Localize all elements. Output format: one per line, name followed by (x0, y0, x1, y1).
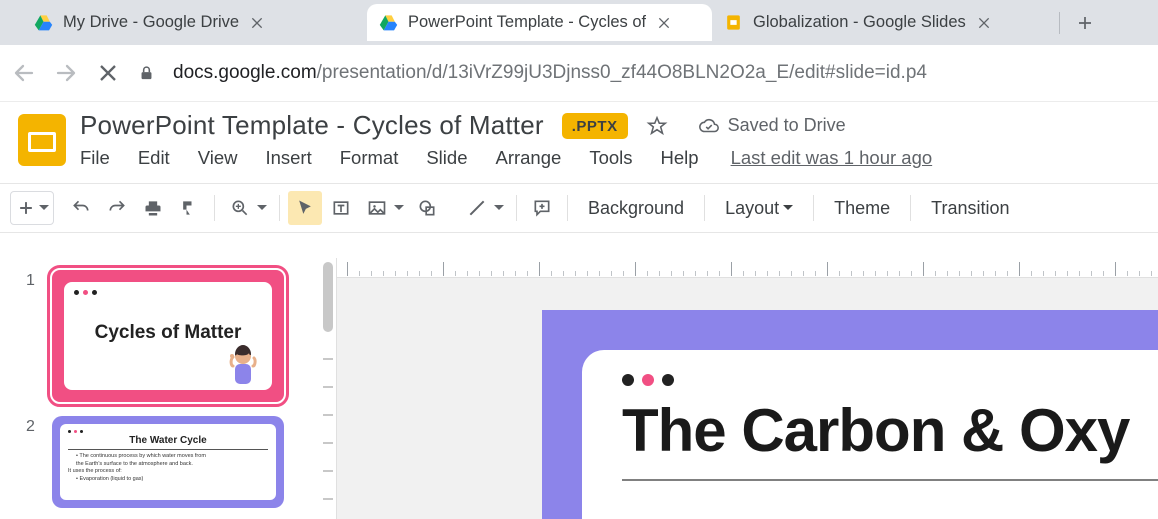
slides-favicon (379, 13, 398, 32)
menu-file[interactable]: File (80, 147, 110, 169)
menu-arrange[interactable]: Arrange (495, 147, 561, 169)
scrollbar-thumb[interactable] (323, 262, 333, 332)
slides-icon (724, 13, 743, 32)
textbox-tool[interactable] (324, 191, 358, 225)
formatting-toolbar: Background Layout Theme Transition (0, 183, 1158, 233)
browser-tabstrip: My Drive - Google Drive PowerPoint Templ… (0, 0, 1158, 45)
slide-thumb-2[interactable]: The Water Cycle • The continuous process… (52, 416, 284, 508)
cloud-icon (698, 115, 720, 137)
canvas-wrap: The Carbon & Oxy (336, 258, 1158, 519)
forward-button[interactable] (54, 61, 78, 85)
tab-drive[interactable]: My Drive - Google Drive (22, 4, 367, 41)
url-path: /presentation/d/13iVrZ99jU3Djnss0_zf44O8… (317, 62, 927, 84)
slide-canvas[interactable]: The Carbon & Oxy (337, 278, 1158, 519)
close-icon[interactable] (976, 15, 992, 31)
address-bar[interactable]: docs.google.com/presentation/d/13iVrZ99j… (138, 62, 927, 84)
toolbar-separator (704, 195, 705, 221)
menu-edit[interactable]: Edit (138, 147, 170, 169)
slide-thumb-row: 2 The Water Cycle • The continuous proce… (26, 416, 310, 508)
close-icon[interactable] (656, 15, 672, 31)
new-tab-button[interactable] (1070, 8, 1100, 38)
browser-toolbar: docs.google.com/presentation/d/13iVrZ99j… (0, 45, 1158, 101)
slide-thumb-1[interactable]: Cycles of Matter (52, 270, 284, 402)
toolbar-separator (813, 195, 814, 221)
menu-tools[interactable]: Tools (589, 147, 632, 169)
new-slide-button[interactable] (10, 191, 54, 225)
tab-title: My Drive - Google Drive (63, 13, 239, 32)
zoom-button[interactable] (223, 191, 257, 225)
save-status-text: Saved to Drive (728, 115, 846, 136)
caret-down-icon[interactable] (39, 205, 49, 211)
menu-insert[interactable]: Insert (265, 147, 311, 169)
file-badge: .PPTX (562, 113, 628, 139)
lock-icon (138, 65, 155, 82)
toolbar-separator (279, 195, 280, 221)
url-host: docs.google.com (173, 62, 317, 84)
slide-number: 2 (26, 416, 40, 508)
slide-thumb-row: 1 Cycles of Matter (26, 270, 310, 402)
decorative-line (622, 479, 1158, 481)
work-area: 1 Cycles of Matter 2 (0, 258, 1158, 519)
doc-title[interactable]: PowerPoint Template - Cycles of Matter (80, 110, 544, 141)
slides-app-icon[interactable] (18, 114, 66, 166)
transition-button[interactable]: Transition (919, 198, 1021, 219)
background-button[interactable]: Background (576, 198, 696, 219)
menu-view[interactable]: View (198, 147, 238, 169)
menu-bar: File Edit View Insert Format Slide Arran… (80, 147, 932, 169)
close-icon[interactable] (249, 15, 265, 31)
slide-title-text[interactable]: The Carbon & Oxy (622, 396, 1158, 465)
drive-icon (34, 13, 53, 32)
menu-format[interactable]: Format (340, 147, 399, 169)
star-button[interactable] (646, 115, 668, 137)
filmstrip-scrollbar[interactable] (320, 258, 336, 519)
shape-tool[interactable] (410, 191, 444, 225)
caret-down-icon[interactable] (394, 205, 404, 211)
undo-button[interactable] (64, 191, 98, 225)
paint-format-button[interactable] (172, 191, 206, 225)
comment-button[interactable] (525, 191, 559, 225)
tab-title: Globalization - Google Slides (753, 13, 966, 32)
tab-presentation-active[interactable]: PowerPoint Template - Cycles of (367, 4, 712, 41)
line-tool[interactable] (460, 191, 494, 225)
tab-separator (1059, 12, 1060, 34)
print-button[interactable] (136, 191, 170, 225)
image-tool[interactable] (360, 191, 394, 225)
caret-down-icon[interactable] (257, 205, 267, 211)
filmstrip: 1 Cycles of Matter 2 (0, 258, 320, 519)
thumb-title: Cycles of Matter (64, 322, 272, 344)
toolbar-separator (214, 195, 215, 221)
slide-content[interactable]: The Carbon & Oxy (542, 310, 1158, 519)
horizontal-ruler[interactable] (337, 258, 1158, 278)
slide-number: 1 (26, 270, 40, 402)
menu-slide[interactable]: Slide (426, 147, 467, 169)
stop-reload-button[interactable] (96, 61, 120, 85)
save-status[interactable]: Saved to Drive (698, 115, 846, 137)
back-button[interactable] (12, 61, 36, 85)
person-illustration (222, 342, 264, 386)
tab-globalization[interactable]: Globalization - Google Slides (712, 4, 1057, 41)
thumb-body: • The continuous process by which water … (68, 453, 268, 484)
toolbar-separator (516, 195, 517, 221)
last-edit-link[interactable]: Last edit was 1 hour ago (731, 147, 933, 169)
thumb-title: The Water Cycle (68, 435, 268, 446)
theme-button[interactable]: Theme (822, 198, 902, 219)
tab-title: PowerPoint Template - Cycles of (408, 13, 646, 32)
toolbar-separator (567, 195, 568, 221)
layout-button[interactable]: Layout (713, 198, 805, 219)
doc-header: PowerPoint Template - Cycles of Matter .… (0, 102, 1158, 169)
select-tool[interactable] (288, 191, 322, 225)
redo-button[interactable] (100, 191, 134, 225)
toolbar-separator (910, 195, 911, 221)
menu-help[interactable]: Help (661, 147, 699, 169)
decorative-dots (622, 374, 1158, 386)
caret-down-icon[interactable] (494, 205, 504, 211)
